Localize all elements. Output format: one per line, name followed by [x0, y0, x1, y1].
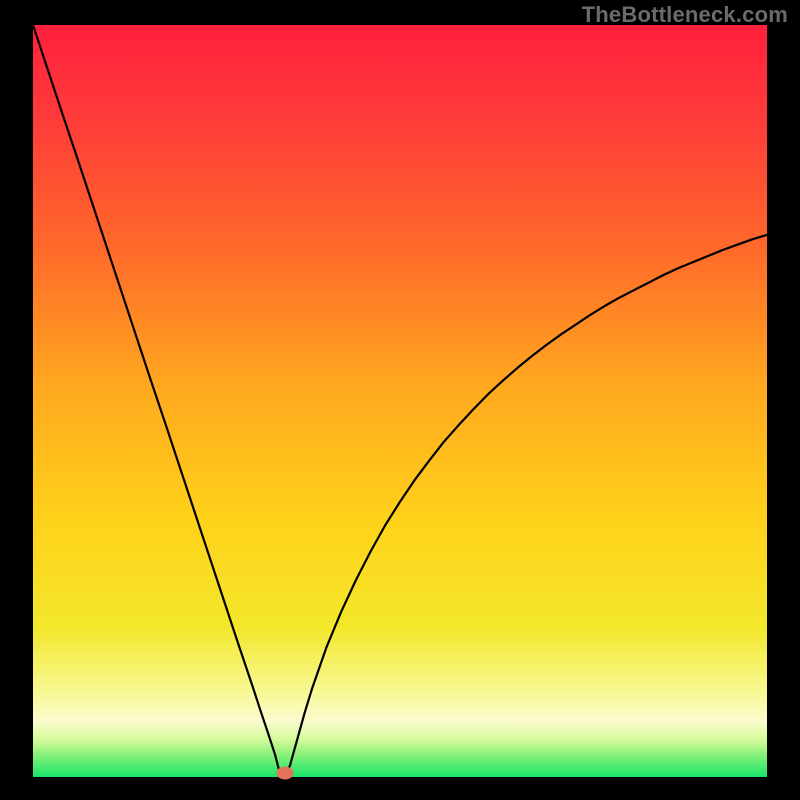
optimal-point-marker: [277, 767, 294, 780]
chart-frame: TheBottleneck.com: [0, 0, 800, 800]
gradient-background: [33, 25, 767, 777]
bottleneck-chart: [33, 25, 767, 777]
watermark-text: TheBottleneck.com: [582, 2, 788, 28]
